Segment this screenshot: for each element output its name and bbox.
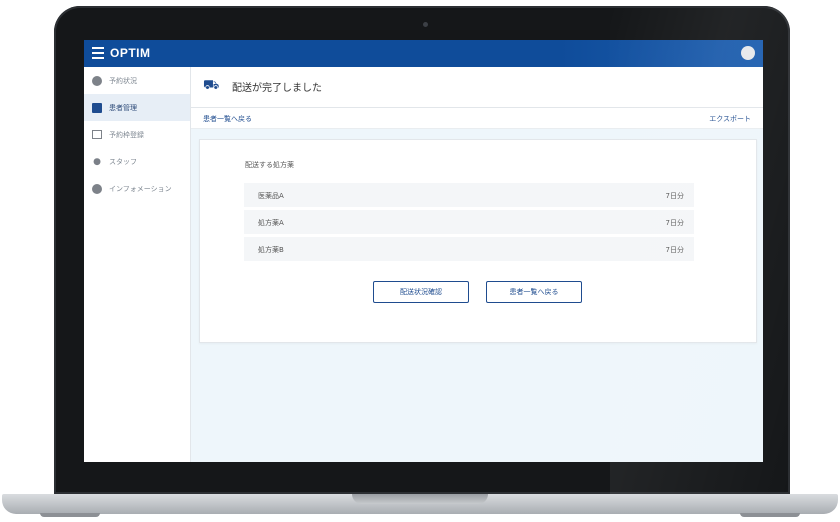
page-title: 配送が完了しました — [232, 83, 322, 94]
export-link[interactable]: エクスポート — [709, 114, 751, 124]
item-quantity: 7日分 — [665, 246, 684, 254]
info-icon — [92, 183, 102, 194]
sub-toolbar: 患者一覧へ戻る エクスポート — [191, 108, 763, 129]
sidebar-item-label: スタッフ — [109, 157, 137, 166]
item-quantity: 7日分 — [665, 192, 684, 200]
page-header: ⛟ 配送が完了しました — [191, 67, 763, 108]
sidebar-item-label: 予約枠登録 — [109, 130, 144, 139]
sidebar-item-label: 患者管理 — [109, 103, 137, 112]
list-item: 処方薬B 7日分 — [244, 237, 694, 261]
truck-icon: ⛟ — [203, 78, 220, 93]
laptop-foot-left — [40, 513, 100, 517]
sidebar-item-label: 予約状況 — [109, 76, 137, 85]
hamburger-menu-icon[interactable] — [92, 47, 104, 59]
item-name: 医薬品A — [258, 192, 284, 200]
sidebar-item-info[interactable]: インフォメーション — [84, 175, 190, 202]
laptop-foot-right — [740, 513, 800, 517]
sidebar-item-schedule[interactable]: 予約枠登録 — [84, 121, 190, 148]
sidebar: 予約状況 患者管理 予約枠登録 ● スタッフ インフォメーション — [84, 67, 191, 462]
camera-icon — [423, 22, 428, 27]
app-logo: OPTIM — [110, 46, 151, 60]
back-to-patients-link[interactable]: 患者一覧へ戻る — [203, 114, 252, 124]
list-item: 処方薬A 7日分 — [244, 210, 694, 234]
section-label: 配送する処方薬 — [245, 161, 294, 169]
user-avatar[interactable] — [741, 46, 755, 60]
laptop-notch — [352, 494, 488, 504]
top-bar: OPTIM — [84, 40, 763, 67]
main-content: ⛟ 配送が完了しました 患者一覧へ戻る エクスポート 配送する処方薬 医薬品A … — [191, 67, 763, 462]
sidebar-item-staff[interactable]: ● スタッフ — [84, 148, 190, 175]
user-icon: ● — [93, 156, 101, 167]
list-item: 医薬品A 7日分 — [244, 183, 694, 207]
back-to-list-button[interactable]: 患者一覧へ戻る — [486, 281, 582, 303]
item-name: 処方薬A — [258, 219, 284, 227]
sidebar-item-label: インフォメーション — [109, 184, 172, 193]
sidebar-item-patients[interactable]: 患者管理 — [84, 94, 190, 121]
sidebar-item-reservations[interactable]: 予約状況 — [84, 67, 190, 94]
calendar-icon — [92, 130, 102, 140]
delivery-card: 配送する処方薬 医薬品A 7日分 処方薬A 7日分 処方薬B 7日分 配送状況確… — [199, 139, 757, 343]
person-card-icon — [92, 102, 102, 113]
item-quantity: 7日分 — [665, 219, 684, 227]
medication-list: 医薬品A 7日分 処方薬A 7日分 処方薬B 7日分 — [244, 183, 694, 264]
app-screen: OPTIM 予約状況 患者管理 予約枠登録 ● スタッフ インフォメーション ⛟… — [84, 40, 763, 462]
delivery-status-button[interactable]: 配送状況確認 — [373, 281, 469, 303]
item-name: 処方薬B — [258, 246, 284, 254]
clock-icon — [92, 75, 102, 86]
